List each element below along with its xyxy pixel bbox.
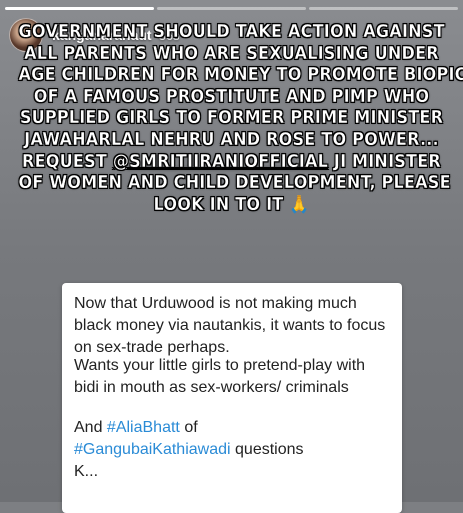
headline-line: JAWAHARLAL NEHRU AND ROSE TO POWER... (24, 129, 439, 150)
tweet-text: K... (74, 463, 99, 480)
tweet-screenshot-card: Now that Urduwood is not making much bla… (62, 283, 402, 513)
progress-segment (5, 7, 154, 10)
headline-line: ALL PARENTS WHO ARE SEXUALISING UNDER (24, 43, 439, 64)
progress-segment (157, 7, 306, 10)
headline-line: OF A FAMOUS PROSTITUTE AND PIMP WHO (33, 86, 430, 107)
tweet-text: questions (235, 441, 304, 458)
headline-line: AGE CHILDREN FOR MONEY TO PROMOTE BIOPIC (18, 65, 463, 86)
tweet-paragraph: And #AliaBhatt of #GangubaiKathiawadi que… (62, 417, 402, 483)
story-headline-text: GOVERNMENT SHOULD TAKE ACTION AGAINST AL… (18, 22, 463, 217)
headline-line-text: LOOK IN TO IT (153, 194, 284, 215)
headline-line-tail: JI MINISTER (333, 151, 441, 172)
headline-line: OF WOMEN AND CHILD DEVELOPMENT, PLEASE (18, 173, 451, 194)
hashtag-link[interactable]: #GangubaiKathiawadi (74, 441, 231, 458)
request-word: REQUEST (22, 151, 108, 172)
story-progress-bar (5, 7, 458, 10)
tweet-paragraph: Wants your little girls to pretend-play … (74, 357, 366, 396)
mention-link[interactable]: @SMRITIIRANIOFFICIAL (113, 151, 328, 171)
tweet-text: of (184, 419, 198, 436)
tweet-text: And (74, 419, 103, 436)
headline-line: GOVERNMENT SHOULD TAKE ACTION AGAINST (18, 22, 445, 42)
headline-line: SUPPLIED GIRLS TO FORMER PRIME MINISTER (19, 108, 444, 129)
progress-segment (309, 7, 458, 10)
folded-hands-icon: 🙏 (289, 194, 310, 215)
tweet-paragraph: Now that Urduwood is not making much bla… (74, 295, 386, 356)
hashtag-link[interactable]: #AliaBhatt (107, 419, 180, 436)
headline-line-request: REQUEST @SMRITIIRANIOFFICIAL JI MINISTER (19, 151, 445, 174)
headline-line-last: LOOK IN TO IT 🙏 (19, 195, 445, 217)
